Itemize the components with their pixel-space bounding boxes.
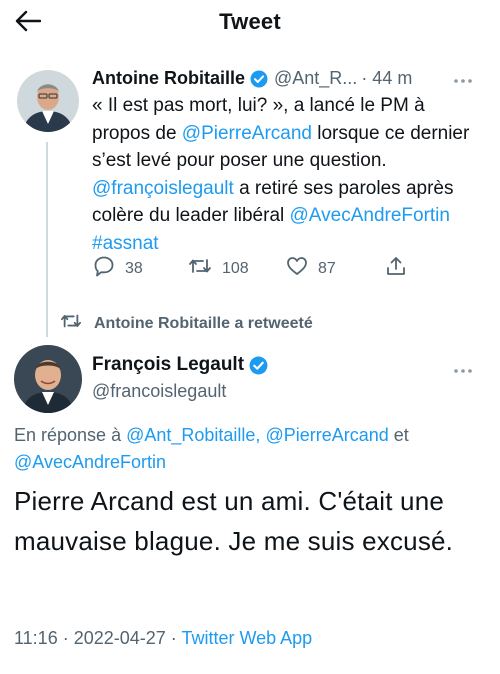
mention-link[interactable]: @Ant_Robitaille, [126,425,260,445]
more-options-icon [453,71,473,89]
share-icon [385,255,407,282]
avatar-antoine-robitaille[interactable] [17,70,79,132]
share-button[interactable] [385,255,407,282]
retweet-icon [60,311,82,336]
like-icon [286,255,308,282]
quoted-tweet-text: « Il est pas mort, lui? », a lancé le PM… [92,92,487,257]
reply-icon [93,255,115,282]
avatar-francois-legault[interactable] [14,345,82,413]
verified-badge-icon [249,356,268,375]
tweet-timestamp: 11:16 · 2022-04-27 · [14,628,182,648]
reply-context: En réponse à @Ant_Robitaille, @PierreArc… [14,422,484,476]
reply-button[interactable]: 38 [93,255,143,282]
verified-badge-icon [250,70,268,88]
author-name[interactable]: Antoine Robitaille [92,68,245,89]
author-handle[interactable]: @francoislegault [92,381,268,402]
tweet-metadata: 11:16 · 2022-04-27 · Twitter Web App [14,628,312,649]
like-button[interactable]: 87 [286,255,336,282]
retweet-banner-text: Antoine Robitaille a retweeté [94,314,313,332]
mention-link[interactable]: @françoislegault [92,178,234,199]
main-tweet-text: Pierre Arcand est un ami. C'était une ma… [14,486,454,556]
like-count: 87 [318,259,336,277]
tweet-time: · 44 m [361,68,413,88]
more-options-icon [453,361,473,379]
hashtag-link[interactable]: #assnat [92,233,159,254]
main-tweet-author: François Legault @francoislegault [92,354,268,402]
reply-conjunction: et [388,425,409,445]
retweet-banner[interactable]: Antoine Robitaille a retweeté [60,311,313,336]
mention-link[interactable]: @PierreArcand [265,425,388,445]
reply-count: 38 [125,259,143,277]
more-options-button[interactable] [450,70,476,90]
retweet-button[interactable]: 108 [188,255,249,282]
retweet-count: 108 [222,259,249,277]
tweet-source-link[interactable]: Twitter Web App [181,628,312,648]
thread-connector-line [46,142,48,337]
author-handle[interactable]: @Ant_R... [274,68,357,89]
quoted-tweet-header: Antoine Robitaille @Ant_R... · 44 m [92,68,412,89]
more-options-button[interactable] [450,360,476,380]
retweet-icon [188,255,212,282]
page-title: Tweet [219,9,281,34]
reply-prefix: En réponse à [14,425,127,445]
author-name[interactable]: François Legault [92,354,244,376]
mention-link[interactable]: @PierreArcand [182,123,312,144]
mention-link[interactable]: @AvecAndreFortin [290,205,450,226]
mention-link[interactable]: @AvecAndreFortin [14,452,166,472]
top-bar: Tweet [0,0,500,48]
